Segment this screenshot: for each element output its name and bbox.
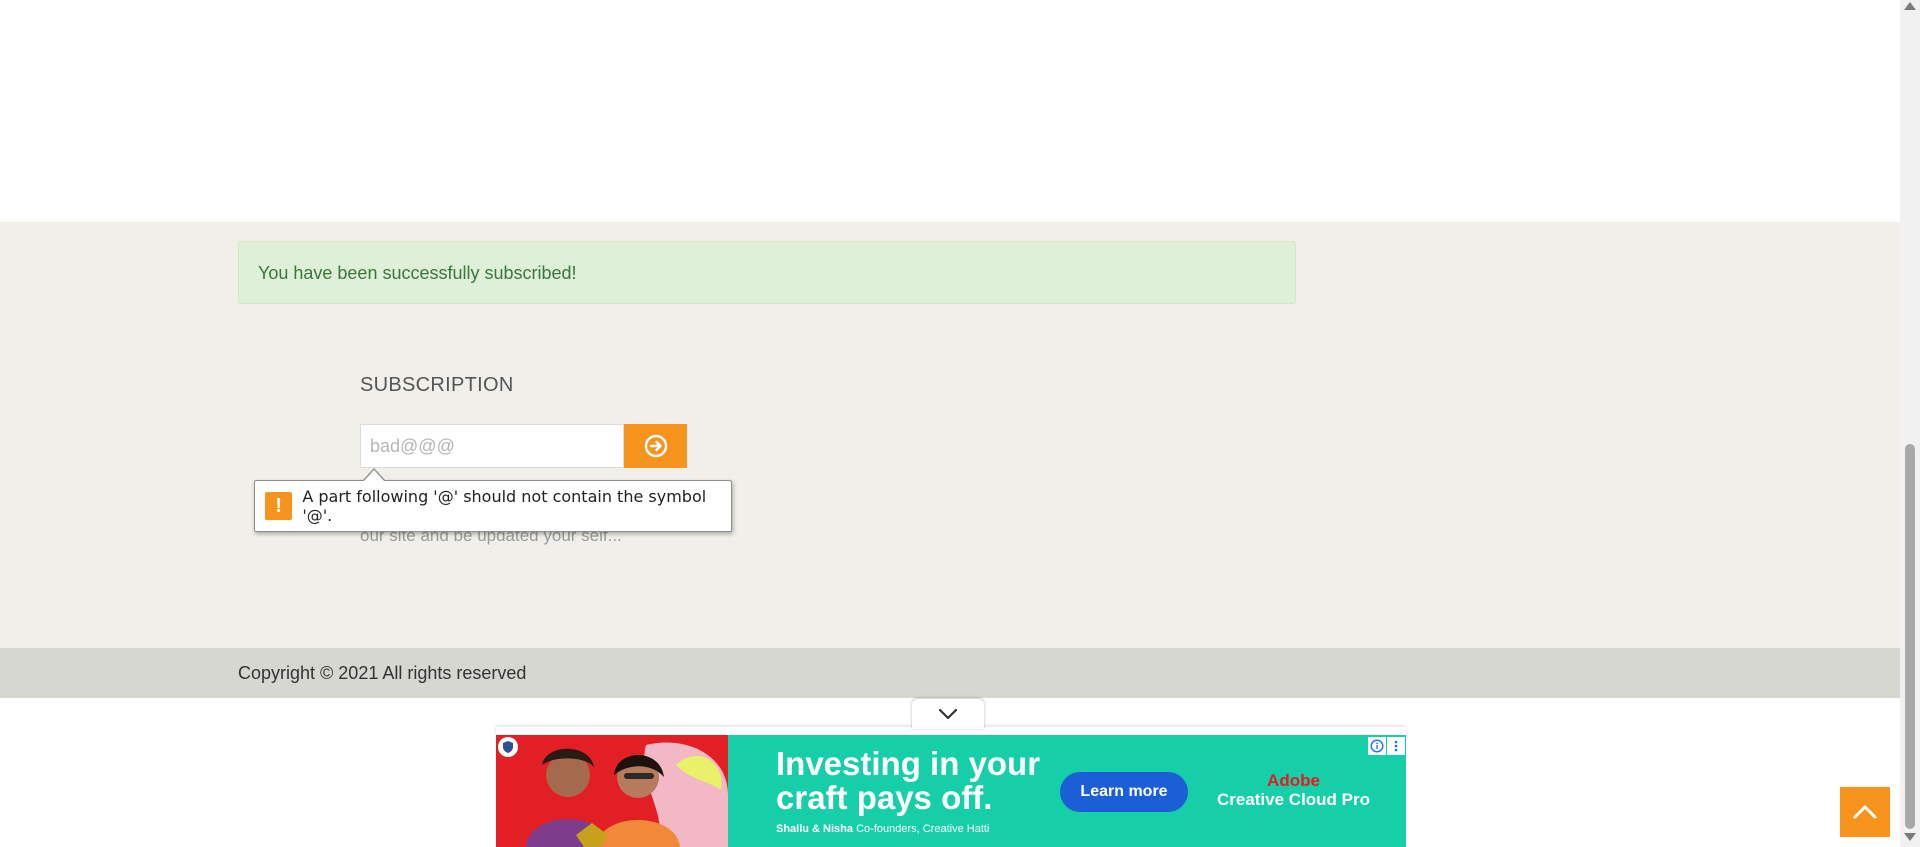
arrow-right-circle-icon xyxy=(644,434,667,458)
ad-headline: Investing in your craft pays off. xyxy=(776,747,1040,815)
ad-image xyxy=(496,735,728,847)
validation-message: A part following '@' should not contain … xyxy=(302,487,707,525)
subscribe-submit-button[interactable] xyxy=(624,424,687,468)
ad-more-vertical-icon[interactable] xyxy=(1387,737,1405,755)
copyright-text: Copyright © 2021 All rights reserved xyxy=(238,663,527,683)
scroll-down-arrow-icon[interactable] xyxy=(1904,833,1916,841)
ad-subline-role: Co-founders, Creative Hatti xyxy=(856,823,990,835)
ad-founders-illustration xyxy=(496,735,728,847)
ad-badge-icon xyxy=(498,737,518,757)
ad-subline: Shallu & Nisha Co-founders, Creative Hat… xyxy=(776,823,989,835)
ad-info-icon[interactable] xyxy=(1368,737,1386,755)
scrollbar-thumb[interactable] xyxy=(1905,444,1915,829)
ad-subline-names: Shallu & Nisha xyxy=(776,823,854,835)
success-alert: You have been successfully subscribed! xyxy=(238,241,1296,304)
chevron-down-icon xyxy=(938,708,958,720)
ad-learn-more-button[interactable]: Learn more xyxy=(1060,772,1188,812)
footer: Copyright © 2021 All rights reserved xyxy=(0,648,1900,698)
ad-collapse-button[interactable] xyxy=(912,699,984,729)
validation-tooltip: ! A part following '@' should not contai… xyxy=(254,480,732,532)
email-input[interactable] xyxy=(360,424,624,468)
scroll-up-arrow-icon[interactable] xyxy=(1904,2,1916,10)
ad-headline-line2: craft pays off. xyxy=(776,779,993,816)
ad-brand: Adobe Creative Cloud Pro xyxy=(1211,772,1376,810)
ad-brand-name: Adobe xyxy=(1267,771,1320,790)
ad-banner[interactable]: Investing in your craft pays off. Shallu… xyxy=(496,735,1406,847)
tooltip-arrow-fill xyxy=(363,470,385,482)
back-to-top-button[interactable] xyxy=(1840,787,1890,837)
ad-brand-product: Creative Cloud Pro xyxy=(1216,790,1371,809)
warning-icon: ! xyxy=(265,492,293,520)
ad-headline-line1: Investing in your xyxy=(776,745,1041,782)
success-alert-message: You have been successfully subscribed! xyxy=(258,263,577,283)
subscription-title: SUBSCRIPTION xyxy=(360,374,514,396)
chevron-up-icon xyxy=(1853,805,1877,819)
page-top-blank xyxy=(0,0,1900,222)
